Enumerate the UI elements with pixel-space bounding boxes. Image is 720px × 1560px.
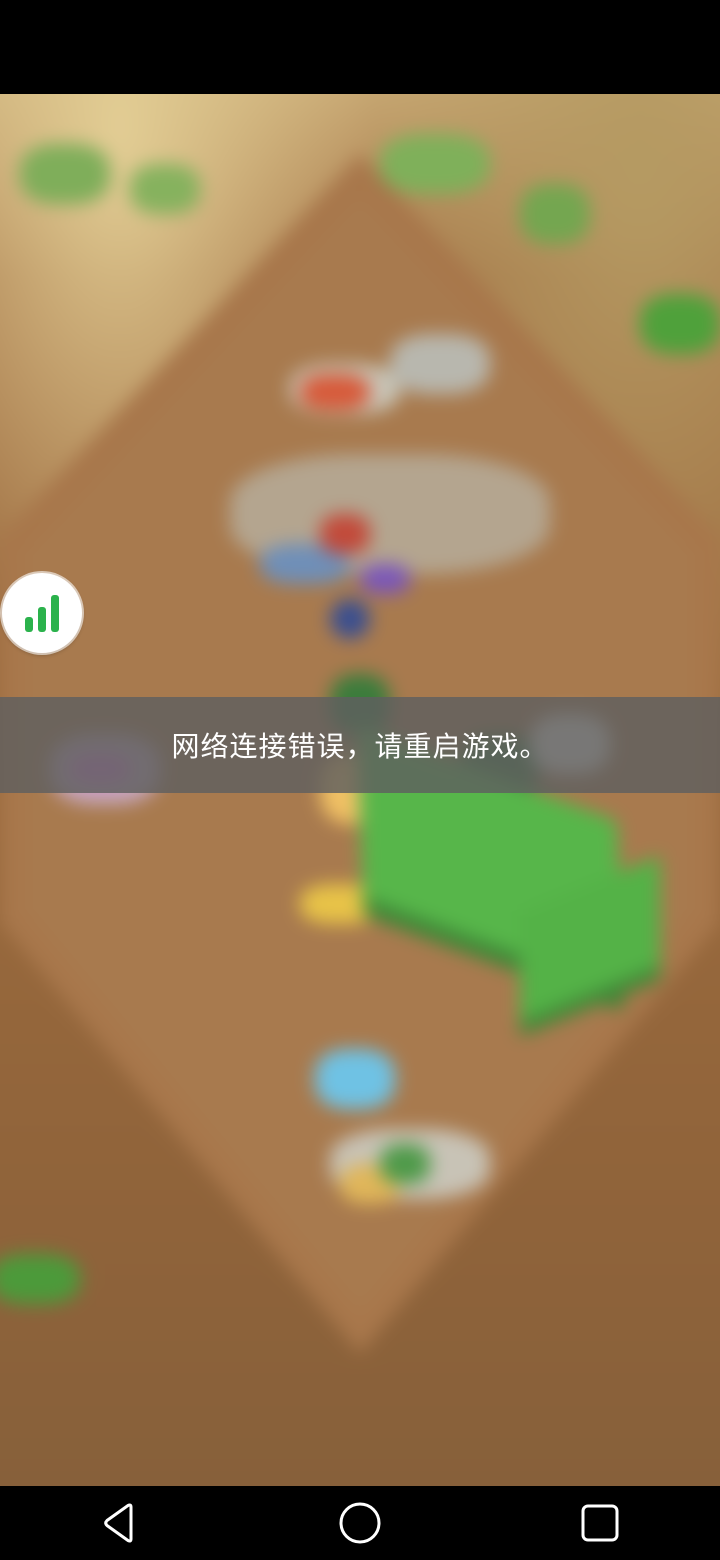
back-triangle-icon	[104, 1503, 133, 1543]
building	[330, 599, 370, 639]
item	[315, 1049, 395, 1109]
floating-signal-button[interactable]	[2, 573, 82, 653]
vegetation	[640, 294, 720, 354]
vegetation	[20, 144, 110, 204]
building	[300, 374, 370, 410]
nav-back-button[interactable]	[60, 1486, 180, 1560]
nav-home-button[interactable]	[300, 1486, 420, 1560]
building	[320, 514, 370, 554]
navigation-bar	[0, 1486, 720, 1560]
item	[380, 1144, 430, 1184]
vegetation	[520, 184, 590, 244]
error-toast: 网络连接错误，请重启游戏。	[0, 697, 720, 793]
nav-recents-button[interactable]	[540, 1486, 660, 1560]
building	[360, 564, 410, 594]
status-bar	[0, 0, 720, 94]
building	[390, 334, 490, 394]
error-message: 网络连接错误，请重启游戏。	[171, 730, 549, 763]
home-circle-icon	[339, 1502, 381, 1544]
vegetation	[380, 134, 490, 194]
vegetation	[0, 1254, 80, 1304]
vegetation	[130, 164, 200, 214]
signal-bars-icon	[25, 595, 59, 632]
recents-square-icon	[581, 1504, 619, 1542]
